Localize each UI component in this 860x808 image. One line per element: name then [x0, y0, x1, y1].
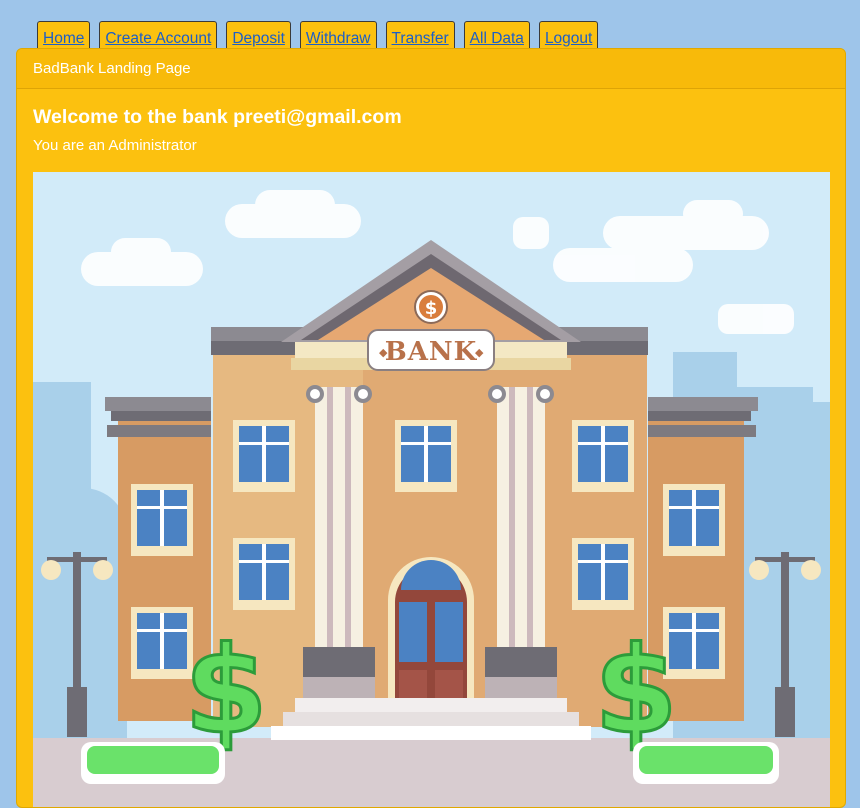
bank-illustration: $ BANK ◆ ◆ $ $ [33, 172, 830, 807]
nav-withdraw-link[interactable]: Withdraw [299, 21, 377, 48]
window-bar [239, 560, 289, 563]
window-bar [160, 613, 164, 669]
window-bar [401, 442, 451, 445]
dollar-shrub-left: $ [183, 621, 270, 763]
window-bar [692, 490, 696, 546]
window-bar [137, 629, 187, 632]
svg-text:◆: ◆ [475, 346, 484, 359]
window-bar [578, 560, 628, 563]
svg-text:$: $ [184, 622, 268, 761]
landing-card: BadBank Landing Page Welcome to the bank… [16, 48, 846, 808]
nav-create-account-link[interactable]: Create Account [99, 21, 218, 48]
hedge-right [633, 742, 779, 784]
svg-text:$: $ [425, 298, 438, 319]
window-bar [137, 506, 187, 509]
bank-steps [271, 698, 591, 740]
nav-transfer-link[interactable]: Transfer [385, 21, 455, 48]
svg-text:◆: ◆ [379, 346, 388, 359]
card-header: BadBank Landing Page [17, 49, 845, 89]
svg-text:BANK: BANK [385, 337, 478, 367]
dollar-medallion: $ [414, 290, 448, 324]
nav-logout-link[interactable]: Logout [538, 21, 599, 48]
window-bar [424, 426, 428, 482]
dollar-shrub-right: $ [593, 621, 680, 763]
bank-sign: BANK ◆ ◆ [367, 329, 495, 371]
window-bar [239, 442, 289, 445]
nav-all-data-link[interactable]: All Data [463, 21, 530, 48]
window-bar [692, 613, 696, 669]
top-navbar: Home Create Account Deposit Withdraw Tra… [37, 21, 599, 49]
window-bar [578, 442, 628, 445]
window-bar [669, 506, 719, 509]
bank-door [388, 557, 474, 720]
welcome-title: Welcome to the bank preeti@gmail.com [33, 106, 402, 128]
window-bar [262, 544, 266, 600]
card-body: Welcome to the bank preeti@gmail.com You… [17, 105, 845, 156]
window-bar [601, 544, 605, 600]
nav-deposit-link[interactable]: Deposit [226, 21, 291, 48]
nav-home-link[interactable]: Home [37, 21, 91, 48]
window-bar [601, 426, 605, 482]
svg-text:$: $ [594, 622, 678, 761]
window-bar [262, 426, 266, 482]
role-text: You are an Administrator [33, 137, 197, 154]
window-bar [160, 490, 164, 546]
hedge-left [81, 742, 225, 784]
